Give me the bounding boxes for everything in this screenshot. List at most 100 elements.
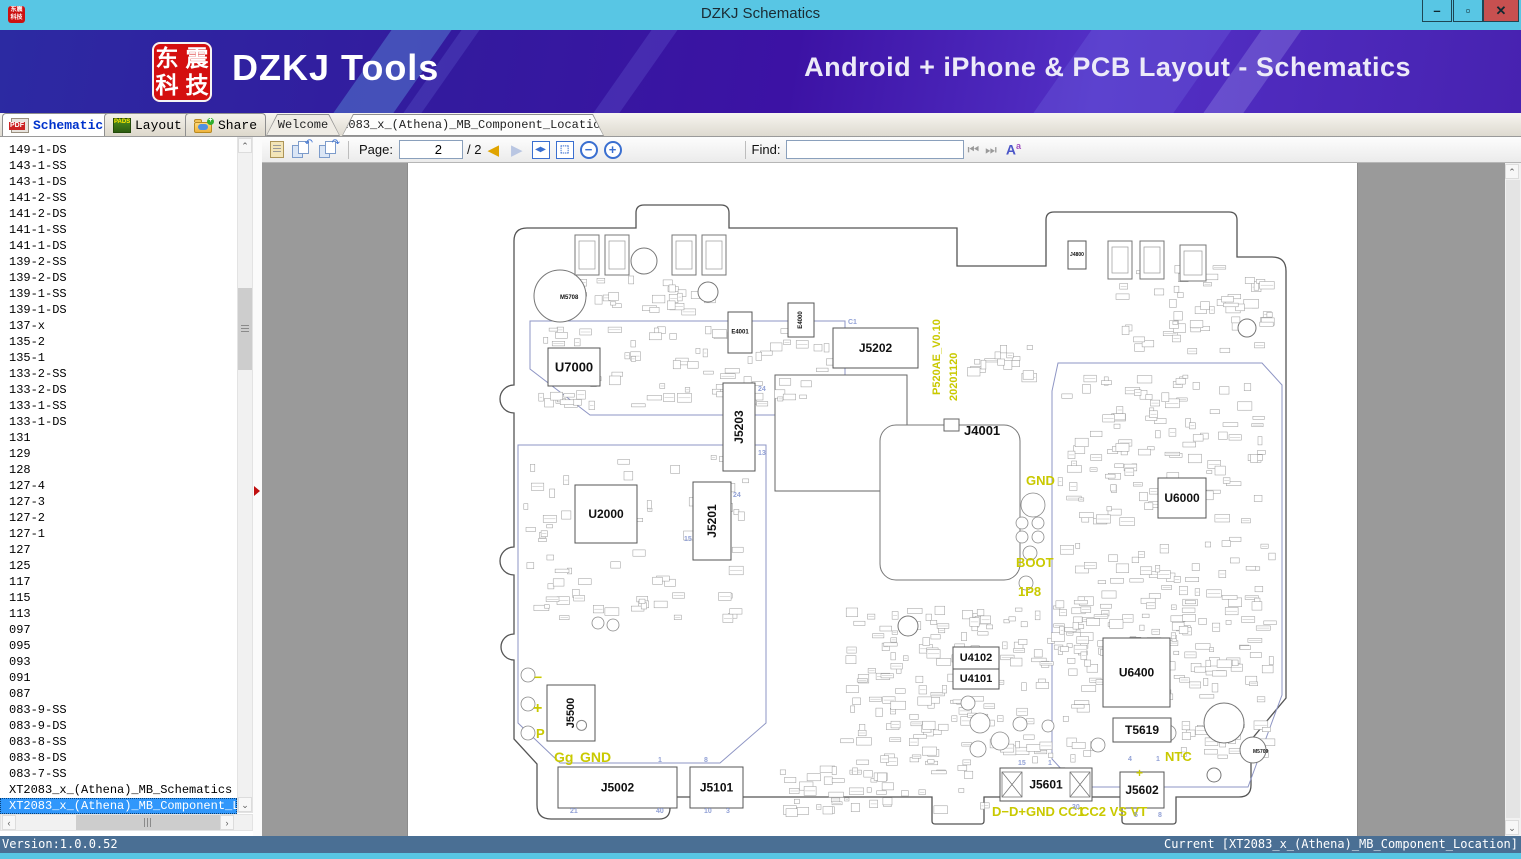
- sidebar-horizontal-scrollbar[interactable]: ‹ ›: [0, 814, 253, 831]
- list-item[interactable]: 095: [0, 638, 237, 654]
- list-item[interactable]: 087: [0, 686, 237, 702]
- scrollbar-thumb[interactable]: [238, 288, 252, 370]
- doc-tab-label: XT2083_x_(Athena)_MB_Component_Location: [326, 118, 608, 132]
- previous-page-icon[interactable]: ◀: [487, 141, 499, 159]
- pcb-component: J5002: [557, 766, 678, 809]
- find-input[interactable]: [786, 140, 965, 159]
- scroll-up-icon[interactable]: ⌃: [238, 138, 252, 153]
- doc-tab-welcome[interactable]: Welcome: [266, 114, 340, 136]
- scroll-up-icon[interactable]: ⌃: [1505, 164, 1519, 179]
- list-item[interactable]: 139-1-DS: [0, 302, 237, 318]
- tab-layout[interactable]: PADS Layout: [104, 113, 191, 136]
- scroll-right-icon[interactable]: ›: [220, 815, 234, 830]
- list-item[interactable]: 141-2-DS: [0, 206, 237, 222]
- title-bar[interactable]: 东震 科技 DZKJ Schematics – ▫ ✕: [0, 0, 1521, 30]
- list-item[interactable]: 135-1: [0, 350, 237, 366]
- scroll-down-icon[interactable]: ⌄: [238, 797, 252, 812]
- list-item[interactable]: 133-1-DS: [0, 414, 237, 430]
- pcb-component: E4001: [727, 311, 753, 354]
- list-item[interactable]: 143-1-SS: [0, 158, 237, 174]
- list-item[interactable]: XT2083_x_(Athena)_MB_Schematics: [0, 782, 237, 798]
- sidebar: 149-1-DS 143-1-SS 143-1-DS 141-2-SS 141-2-DS…: [0, 137, 262, 836]
- scrollbar-thumb[interactable]: [1506, 180, 1520, 818]
- list-item[interactable]: 149-1-DS: [0, 142, 237, 158]
- page-number-input[interactable]: [398, 140, 463, 159]
- list-item[interactable]: 127-2: [0, 510, 237, 526]
- fit-page-icon[interactable]: ⬚: [555, 140, 574, 159]
- list-item[interactable]: 139-1-SS: [0, 286, 237, 302]
- doc-tab-component-location[interactable]: XT2083_x_(Athena)_MB_Component_Location …: [342, 114, 604, 136]
- close-button[interactable]: ✕: [1483, 0, 1519, 22]
- list-item[interactable]: XT2083_x_(Athena)_MB_Component_Location: [0, 798, 237, 814]
- rotate-right-icon[interactable]: ↷: [319, 138, 340, 159]
- viewer-canvas[interactable]: U7000 J5202 J5203 U2000 J5201 J5500 J5002 J5101…: [262, 163, 1521, 836]
- list-item[interactable]: 125: [0, 558, 237, 574]
- pdf-page[interactable]: U7000 J5202 J5203 U2000 J5201 J5500 J5002 J5101…: [407, 163, 1358, 836]
- sidebar-splitter[interactable]: [253, 137, 262, 836]
- list-item[interactable]: 091: [0, 670, 237, 686]
- list-item[interactable]: 127: [0, 542, 237, 558]
- list-item[interactable]: 137-x: [0, 318, 237, 334]
- list-item[interactable]: 113: [0, 606, 237, 622]
- pcb-component: J5203: [722, 382, 756, 472]
- scroll-down-icon[interactable]: ⌄: [1505, 820, 1519, 835]
- find-previous-icon[interactable]: ⏮: [967, 142, 979, 158]
- scrollbar-thumb[interactable]: [76, 815, 220, 830]
- list-item[interactable]: 083-9-DS: [0, 718, 237, 734]
- list-item[interactable]: 129: [0, 446, 237, 462]
- list-item[interactable]: 127-1: [0, 526, 237, 542]
- pcb-component: J4800: [1067, 240, 1087, 270]
- list-item[interactable]: 139-2-SS: [0, 254, 237, 270]
- pcb-component: U2000: [574, 484, 638, 544]
- fit-width-icon[interactable]: ◂▸: [531, 140, 550, 159]
- list-item[interactable]: 083-8-SS: [0, 734, 237, 750]
- zoom-out-icon[interactable]: −: [579, 140, 598, 159]
- list-item[interactable]: 097: [0, 622, 237, 638]
- rotate-left-icon[interactable]: ↶: [292, 138, 313, 159]
- splitter-collapse-icon[interactable]: [254, 486, 260, 496]
- list-item[interactable]: 133-2-SS: [0, 366, 237, 382]
- svg-text:J5500: J5500: [565, 698, 577, 729]
- list-item[interactable]: 133-1-SS: [0, 398, 237, 414]
- list-item[interactable]: 135-2: [0, 334, 237, 350]
- scroll-left-icon[interactable]: ‹: [2, 815, 16, 830]
- list-item[interactable]: 127-4: [0, 478, 237, 494]
- tab-label: Schematic: [33, 117, 104, 133]
- list-item[interactable]: 083-9-SS: [0, 702, 237, 718]
- list-item[interactable]: 083-7-SS: [0, 766, 237, 782]
- list-item[interactable]: 133-2-DS: [0, 382, 237, 398]
- window-title: DZKJ Schematics: [700, 5, 821, 22]
- tab-close-icon[interactable]: x: [613, 119, 620, 132]
- font-case-icon[interactable]: Aa: [1006, 141, 1021, 158]
- viewer-vertical-scrollbar[interactable]: ⌃ ⌄: [1505, 163, 1521, 836]
- next-page-icon[interactable]: ▶: [511, 141, 523, 159]
- maximize-button[interactable]: ▫: [1453, 0, 1483, 22]
- list-item[interactable]: 093: [0, 654, 237, 670]
- svg-text:1: 1: [658, 757, 662, 764]
- minimize-button[interactable]: –: [1422, 0, 1452, 22]
- list-item[interactable]: 141-1-SS: [0, 222, 237, 238]
- find-next-icon[interactable]: ⏭: [985, 142, 997, 158]
- list-item[interactable]: 127-3: [0, 494, 237, 510]
- list-item[interactable]: 083-8-DS: [0, 750, 237, 766]
- list-item[interactable]: 131: [0, 430, 237, 446]
- svg-text:J5202: J5202: [859, 341, 893, 355]
- brand-logo: 东震 科技: [152, 42, 212, 102]
- list-item[interactable]: 128: [0, 462, 237, 478]
- snapshot-icon[interactable]: [270, 141, 284, 158]
- list-item[interactable]: 139-2-DS: [0, 270, 237, 286]
- svg-text:C1: C1: [848, 319, 857, 326]
- svg-text:GND: GND: [580, 749, 611, 765]
- version-text: Version:1.0.0.52: [2, 837, 118, 851]
- find-label: Find:: [751, 142, 781, 157]
- list-item[interactable]: 143-1-DS: [0, 174, 237, 190]
- list-item[interactable]: 117: [0, 574, 237, 590]
- pcb-component: J5500: [546, 684, 596, 742]
- sidebar-vertical-scrollbar[interactable]: ⌃ ⌄: [237, 137, 253, 813]
- tab-share[interactable]: + Share: [185, 113, 267, 136]
- list-item[interactable]: 141-1-DS: [0, 238, 237, 254]
- list-item[interactable]: 115: [0, 590, 237, 606]
- zoom-in-icon[interactable]: +: [603, 140, 622, 159]
- list-item[interactable]: 141-2-SS: [0, 190, 237, 206]
- tab-schematic[interactable]: PDF Schematic: [2, 113, 113, 136]
